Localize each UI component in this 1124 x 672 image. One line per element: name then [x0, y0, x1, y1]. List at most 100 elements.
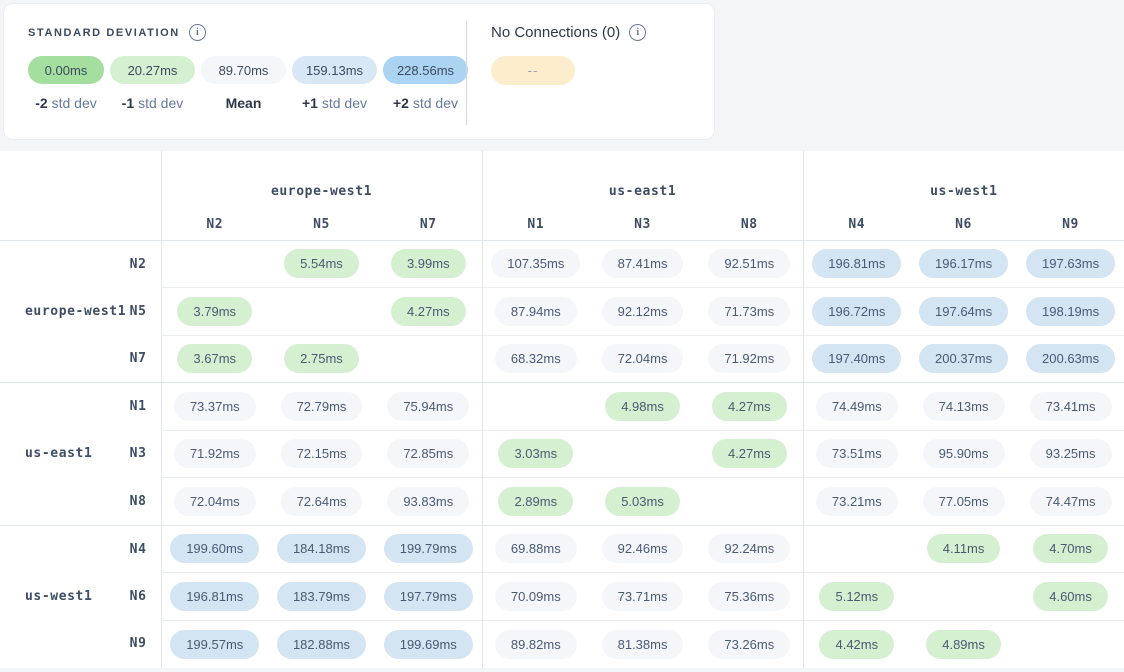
latency-pill[interactable]: 4.60ms [1033, 582, 1108, 611]
latency-pill[interactable]: 73.26ms [708, 630, 790, 659]
latency-pill[interactable]: 69.88ms [495, 534, 577, 563]
latency-cell-n5-to-col7[interactable]: 196.72ms [803, 288, 910, 336]
latency-cell-n3-to-col4[interactable]: 3.03ms [482, 430, 589, 478]
latency-pill[interactable]: 70.09ms [495, 582, 577, 611]
latency-cell-n1-to-col9[interactable]: 73.41ms [1017, 383, 1124, 431]
latency-cell-n7-to-col5[interactable]: 72.04ms [589, 335, 696, 383]
latency-cell-n2-to-col4[interactable]: 107.35ms [482, 240, 589, 288]
latency-cell-n9-to-col8[interactable]: 4.89ms [910, 620, 1017, 668]
latency-pill[interactable]: 196.72ms [812, 297, 901, 326]
latency-pill[interactable]: 107.35ms [491, 249, 580, 278]
latency-pill[interactable]: 3.67ms [177, 344, 252, 373]
latency-cell-n8-to-col3[interactable]: 93.83ms [375, 478, 482, 526]
latency-cell-n3-to-col6[interactable]: 4.27ms [696, 430, 803, 478]
latency-cell-n4-to-col3[interactable]: 199.79ms [375, 525, 482, 573]
latency-pill[interactable]: 196.17ms [919, 249, 1008, 278]
latency-pill[interactable]: 72.15ms [281, 439, 363, 468]
latency-pill[interactable]: 200.63ms [1026, 344, 1115, 373]
latency-cell-n3-to-col3[interactable]: 72.85ms [375, 430, 482, 478]
latency-cell-n3-to-col8[interactable]: 95.90ms [910, 430, 1017, 478]
latency-cell-n6-to-col5[interactable]: 73.71ms [589, 573, 696, 621]
latency-cell-n1-to-col5[interactable]: 4.98ms [589, 383, 696, 431]
latency-pill[interactable]: 71.92ms [174, 439, 256, 468]
latency-pill[interactable]: 92.51ms [708, 249, 790, 278]
latency-cell-n4-to-col4[interactable]: 69.88ms [482, 525, 589, 573]
latency-pill[interactable]: 73.37ms [174, 392, 256, 421]
latency-pill[interactable]: 74.13ms [923, 392, 1005, 421]
latency-pill[interactable]: 77.05ms [923, 487, 1005, 516]
latency-pill[interactable]: 74.49ms [816, 392, 898, 421]
latency-cell-n4-to-col6[interactable]: 92.24ms [696, 525, 803, 573]
latency-pill[interactable]: 74.47ms [1030, 487, 1112, 516]
latency-cell-n2-to-col3[interactable]: 3.99ms [375, 240, 482, 288]
latency-cell-n3-to-col7[interactable]: 73.51ms [803, 430, 910, 478]
latency-pill[interactable]: 89.82ms [495, 630, 577, 659]
latency-pill[interactable]: 200.37ms [919, 344, 1008, 373]
latency-cell-n7-to-col7[interactable]: 197.40ms [803, 335, 910, 383]
latency-pill[interactable]: 72.04ms [602, 344, 684, 373]
latency-cell-n8-to-col8[interactable]: 77.05ms [910, 478, 1017, 526]
latency-pill[interactable]: 81.38ms [602, 630, 684, 659]
latency-cell-n7-to-col1[interactable]: 3.67ms [161, 335, 268, 383]
latency-cell-n8-to-col9[interactable]: 74.47ms [1017, 478, 1124, 526]
latency-pill[interactable]: 92.12ms [602, 297, 684, 326]
latency-pill[interactable]: 3.79ms [177, 297, 252, 326]
latency-cell-n3-to-col1[interactable]: 71.92ms [161, 430, 268, 478]
latency-cell-n4-to-col8[interactable]: 4.11ms [910, 525, 1017, 573]
latency-cell-n1-to-col8[interactable]: 74.13ms [910, 383, 1017, 431]
latency-cell-n1-to-col7[interactable]: 74.49ms [803, 383, 910, 431]
latency-pill[interactable]: 72.04ms [174, 487, 256, 516]
latency-pill[interactable]: 199.60ms [170, 534, 259, 563]
latency-pill[interactable]: 95.90ms [923, 439, 1005, 468]
latency-cell-n7-to-col6[interactable]: 71.92ms [696, 335, 803, 383]
latency-cell-n9-to-col6[interactable]: 73.26ms [696, 620, 803, 668]
latency-cell-n2-to-col6[interactable]: 92.51ms [696, 240, 803, 288]
latency-pill[interactable]: 184.18ms [277, 534, 366, 563]
latency-pill[interactable]: 199.79ms [384, 534, 473, 563]
latency-pill[interactable]: 2.75ms [284, 344, 359, 373]
latency-pill[interactable]: 73.21ms [816, 487, 898, 516]
latency-pill[interactable]: 72.64ms [281, 487, 363, 516]
latency-cell-n5-to-col1[interactable]: 3.79ms [161, 288, 268, 336]
latency-cell-n7-to-col9[interactable]: 200.63ms [1017, 335, 1124, 383]
latency-cell-n1-to-col1[interactable]: 73.37ms [161, 383, 268, 431]
latency-cell-n6-to-col6[interactable]: 75.36ms [696, 573, 803, 621]
latency-pill[interactable]: 71.92ms [708, 344, 790, 373]
latency-pill[interactable]: 5.03ms [605, 487, 680, 516]
latency-pill[interactable]: 183.79ms [277, 582, 366, 611]
latency-cell-n8-to-col4[interactable]: 2.89ms [482, 478, 589, 526]
latency-cell-n5-to-col4[interactable]: 87.94ms [482, 288, 589, 336]
latency-pill[interactable]: 73.51ms [816, 439, 898, 468]
latency-pill[interactable]: 92.24ms [708, 534, 790, 563]
latency-pill[interactable]: 72.79ms [281, 392, 363, 421]
latency-cell-n5-to-col6[interactable]: 71.73ms [696, 288, 803, 336]
latency-pill[interactable]: 4.70ms [1033, 534, 1108, 563]
std-dev-info-icon[interactable]: i [189, 24, 206, 41]
latency-cell-n9-to-col7[interactable]: 4.42ms [803, 620, 910, 668]
latency-pill[interactable]: 4.98ms [605, 392, 680, 421]
latency-pill[interactable]: 4.27ms [391, 297, 466, 326]
latency-pill[interactable]: 3.03ms [498, 439, 573, 468]
latency-pill[interactable]: 75.94ms [387, 392, 469, 421]
latency-cell-n8-to-col2[interactable]: 72.64ms [268, 478, 375, 526]
latency-cell-n5-to-col5[interactable]: 92.12ms [589, 288, 696, 336]
latency-cell-n8-to-col1[interactable]: 72.04ms [161, 478, 268, 526]
latency-pill[interactable]: 87.94ms [495, 297, 577, 326]
latency-pill[interactable]: 3.99ms [391, 249, 466, 278]
latency-cell-n6-to-col4[interactable]: 70.09ms [482, 573, 589, 621]
latency-pill[interactable]: 196.81ms [812, 249, 901, 278]
latency-cell-n1-to-col2[interactable]: 72.79ms [268, 383, 375, 431]
latency-cell-n9-to-col3[interactable]: 199.69ms [375, 620, 482, 668]
latency-pill[interactable]: 72.85ms [387, 439, 469, 468]
latency-cell-n9-to-col1[interactable]: 199.57ms [161, 620, 268, 668]
latency-pill[interactable]: 4.11ms [927, 534, 1001, 563]
latency-pill[interactable]: 2.89ms [498, 487, 573, 516]
latency-pill[interactable]: 4.89ms [926, 630, 1001, 659]
latency-pill[interactable]: 199.57ms [170, 630, 259, 659]
latency-cell-n1-to-col6[interactable]: 4.27ms [696, 383, 803, 431]
latency-cell-n7-to-col8[interactable]: 200.37ms [910, 335, 1017, 383]
latency-pill[interactable]: 92.46ms [602, 534, 684, 563]
latency-cell-n4-to-col9[interactable]: 4.70ms [1017, 525, 1124, 573]
latency-cell-n6-to-col7[interactable]: 5.12ms [803, 573, 910, 621]
latency-pill[interactable]: 73.41ms [1030, 392, 1112, 421]
